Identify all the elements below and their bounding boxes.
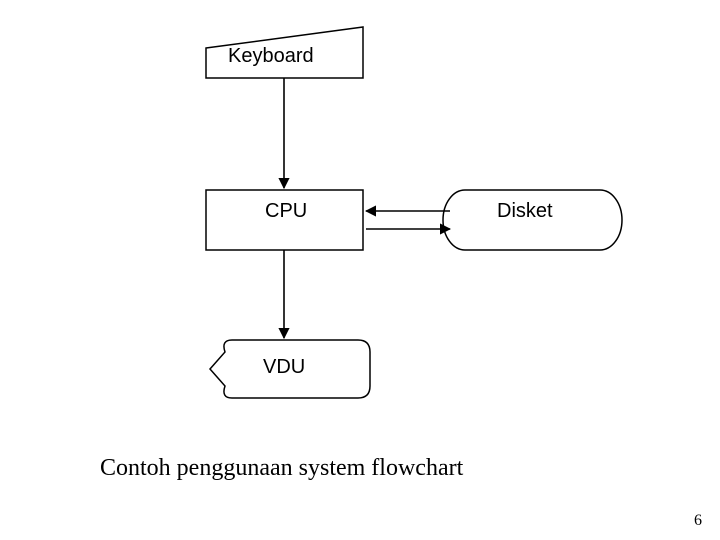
disket-node — [443, 190, 622, 250]
diagram-caption: Contoh penggunaan system flowchart — [100, 455, 463, 482]
flowchart-canvas: Keyboard CPU Disket VDU Contoh penggunaa… — [0, 0, 720, 540]
vdu-node — [210, 340, 370, 398]
page-number: 6 — [694, 512, 702, 530]
cpu-node — [206, 190, 363, 250]
keyboard-node — [206, 27, 363, 78]
